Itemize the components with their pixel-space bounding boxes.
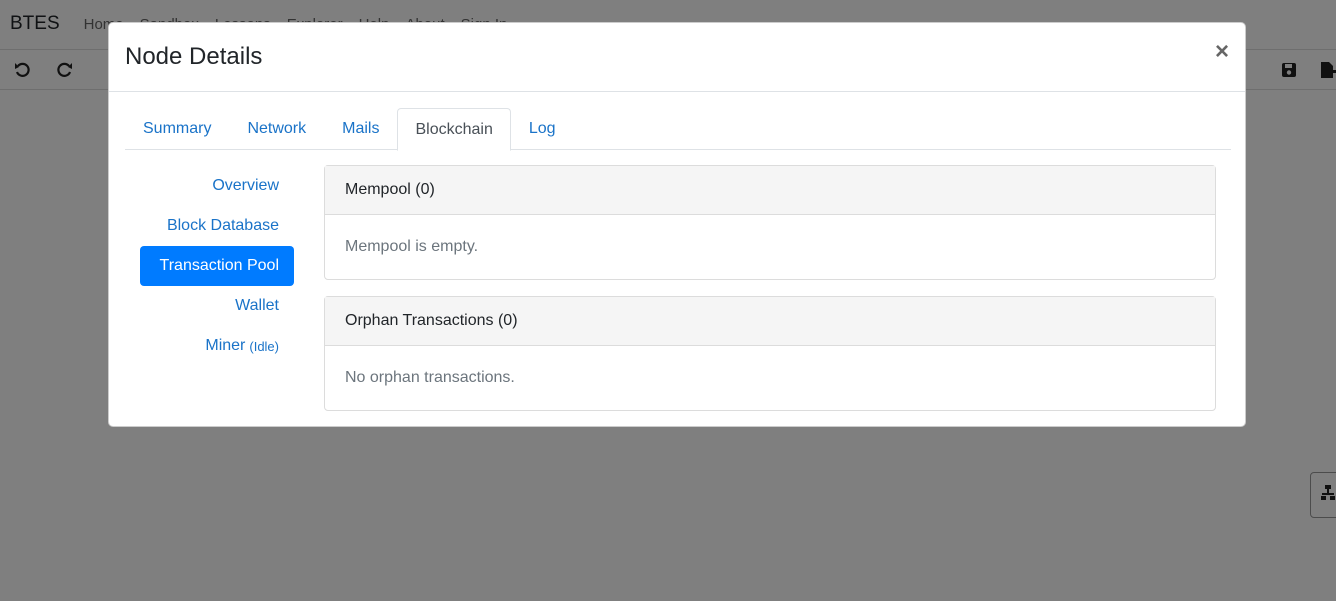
tab-summary[interactable]: Summary bbox=[125, 108, 229, 150]
sidenav-transaction-pool[interactable]: Transaction Pool bbox=[140, 246, 294, 286]
tab-log[interactable]: Log bbox=[511, 108, 574, 150]
sidenav-miner[interactable]: Miner (Idle) bbox=[140, 326, 294, 366]
modal-title: Node Details bbox=[125, 43, 263, 70]
mempool-body: Mempool is empty. bbox=[345, 238, 479, 255]
sidenav-wallet[interactable]: Wallet bbox=[140, 286, 294, 326]
miner-status: (Idle) bbox=[249, 338, 279, 354]
close-button[interactable]: × bbox=[1215, 40, 1229, 64]
tab-network[interactable]: Network bbox=[229, 108, 324, 150]
orphan-transactions-header: Orphan Transactions (0) bbox=[325, 297, 1215, 346]
miner-label: Miner bbox=[205, 337, 246, 354]
tab-mails[interactable]: Mails bbox=[324, 108, 397, 150]
mempool-card: Mempool (0) Mempool is empty. bbox=[324, 165, 1216, 280]
sidenav-overview[interactable]: Overview bbox=[140, 166, 294, 206]
tab-bar: Summary Network Mails Blockchain Log bbox=[125, 108, 1231, 151]
orphan-transactions-body: No orphan transactions. bbox=[345, 369, 515, 386]
sidenav-block-database[interactable]: Block Database bbox=[140, 206, 294, 246]
mempool-header: Mempool (0) bbox=[325, 166, 1215, 215]
blockchain-sidenav: Overview Block Database Transaction Pool… bbox=[140, 166, 294, 366]
orphan-transactions-card: Orphan Transactions (0) No orphan transa… bbox=[324, 296, 1216, 411]
node-details-modal: Node Details × Summary Network Mails Blo… bbox=[108, 22, 1246, 427]
modal-header: Node Details × bbox=[109, 23, 1245, 92]
tab-blockchain[interactable]: Blockchain bbox=[397, 108, 511, 151]
